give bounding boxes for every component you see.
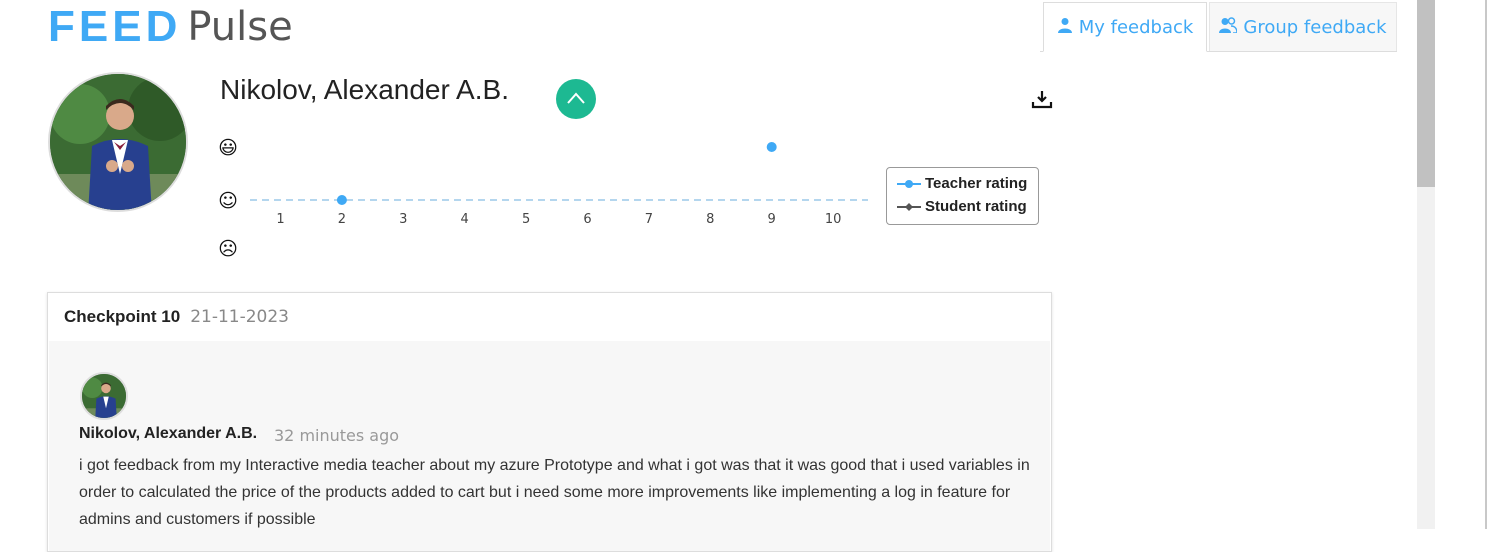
chart-legend: Teacher rating Student rating — [886, 167, 1039, 225]
student-avatar — [48, 72, 188, 212]
tab-my-feedback-label: My feedback — [1078, 16, 1194, 38]
comment-timestamp: 32 minutes ago — [274, 426, 400, 445]
comment-text: i got feedback from my Interactive media… — [79, 457, 1030, 528]
x-tick-label: 8 — [706, 212, 714, 227]
tab-group-feedback[interactable]: Group feedback — [1209, 2, 1397, 51]
checkpoint-title: Checkpoint 10 — [64, 307, 181, 326]
download-button[interactable] — [1030, 89, 1054, 111]
tab-group-feedback-label: Group feedback — [1243, 16, 1387, 38]
chevron-up-icon — [566, 90, 586, 109]
x-tick-label: 5 — [522, 212, 530, 227]
checkpoint-date: 21-11-2023 — [190, 307, 289, 327]
x-tick-label: 4 — [461, 212, 469, 227]
x-tick-label: 1 — [276, 212, 284, 227]
comment-avatar — [80, 372, 128, 420]
x-tick-label: 3 — [399, 212, 407, 227]
y-axis-neutral-icon: ☺ — [218, 190, 238, 212]
legend-student-label: Student rating — [925, 198, 1027, 215]
y-axis-sad-icon: ☹ — [218, 238, 238, 260]
feedpulse-logo[interactable]: FEED Pulse — [48, 2, 293, 51]
tab-my-feedback[interactable]: My feedback — [1043, 2, 1207, 52]
collapse-button[interactable] — [556, 79, 596, 119]
legend-student-marker — [897, 202, 921, 211]
series-0-point — [336, 195, 347, 205]
x-tick-label: 2 — [338, 212, 346, 227]
user-icon — [1057, 17, 1073, 38]
comment-author: Nikolov, Alexander A.B. — [79, 425, 258, 442]
y-axis-happy-icon: 😃 — [218, 137, 238, 159]
x-tick-label: 7 — [645, 212, 653, 227]
x-tick-label: 9 — [768, 212, 776, 227]
series-0-point — [766, 142, 777, 152]
legend-teacher-marker — [897, 179, 921, 188]
checkpoint-header[interactable]: Checkpoint 10 21-11-2023 — [48, 293, 1051, 341]
legend-teacher-label: Teacher rating — [925, 175, 1028, 192]
scrollbar-thumb[interactable] — [1417, 0, 1435, 187]
legend-item-teacher: Teacher rating — [897, 175, 1027, 192]
logo-feed-text: FEED — [48, 2, 182, 51]
student-name: Nikolov, Alexander A.B. — [220, 74, 509, 105]
legend-item-student: Student rating — [897, 198, 1027, 215]
logo-pulse-text: Pulse — [187, 4, 293, 50]
x-tick-label: 10 — [825, 212, 842, 227]
group-icon — [1219, 16, 1239, 38]
x-tick-label: 6 — [583, 212, 591, 227]
download-icon — [1030, 91, 1054, 115]
